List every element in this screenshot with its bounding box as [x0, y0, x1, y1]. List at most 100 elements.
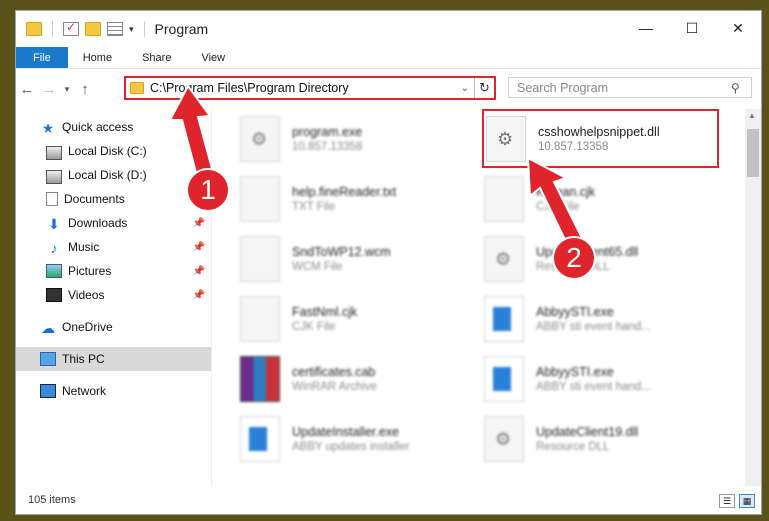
title-bar: ▾ Program — ☐ ✕	[16, 11, 761, 47]
pin-icon[interactable]: 📌	[193, 266, 205, 277]
file-item[interactable]: SndToWP12.wcm WCM File	[240, 231, 480, 287]
folder-icon	[130, 82, 144, 94]
search-input[interactable]	[517, 80, 731, 95]
file-name: AbbyySTI.exe	[536, 305, 614, 319]
sidebar-item-music[interactable]: ♪ Music 📌	[16, 235, 211, 259]
sidebar-item-this-pc[interactable]: This PC	[16, 347, 211, 371]
sidebar-item-local-disk-d[interactable]: Local Disk (D:)	[16, 163, 211, 187]
forward-button[interactable]: →	[38, 81, 60, 98]
pin-icon[interactable]: 📌	[193, 290, 205, 301]
pictures-icon	[46, 264, 62, 278]
file-item[interactable]: UpdateInstaller.exe ABBY updates installe…	[240, 411, 480, 467]
file-description: ABBY updates installer	[292, 441, 410, 453]
file-item[interactable]: AbbyySTI.exe ABBY sti event hand...	[484, 291, 724, 347]
sidebar-item-label: This PC	[62, 352, 105, 366]
file-name: UpdateClient19.dll	[536, 425, 639, 439]
new-folder-icon[interactable]	[85, 22, 101, 36]
file-name: SndToWP12.wcm	[292, 245, 391, 259]
properties-check-icon[interactable]	[63, 20, 79, 36]
drive-icon	[46, 169, 62, 184]
file-description: 10.857.13358	[292, 141, 363, 153]
dll-file-icon	[484, 416, 524, 462]
archive-file-icon	[240, 356, 280, 402]
quick-access-toolbar: ▾	[16, 20, 149, 37]
file-name: help.fineReader.txt	[292, 185, 397, 199]
navigation-pane: ★ Quick access Local Disk (C:) 📌 Local D…	[16, 109, 212, 486]
search-box[interactable]: ⚲	[508, 77, 752, 98]
tab-share[interactable]: Share	[127, 47, 186, 68]
file-name: program.exe	[292, 125, 363, 139]
cloud-icon: ☁	[41, 320, 55, 336]
up-button[interactable]: ↑	[74, 81, 96, 98]
search-icon[interactable]: ⚲	[731, 81, 751, 95]
dll-file-icon	[484, 236, 524, 282]
pin-icon[interactable]: 📌	[193, 218, 205, 229]
file-item[interactable]: FastNml.cjk CJK File	[240, 291, 480, 347]
target-file-highlight	[482, 109, 719, 168]
tiles-view-icon[interactable]: ▦	[739, 494, 755, 508]
sidebar-item-documents[interactable]: Documents	[16, 187, 211, 211]
file-item[interactable]: certificates.cab WinRAR Archive	[240, 351, 480, 407]
details-view-icon[interactable]: ☰	[719, 494, 735, 508]
music-icon: ♪	[50, 240, 58, 256]
pin-icon[interactable]: 📌	[193, 242, 205, 253]
file-icon	[240, 236, 280, 282]
refresh-button[interactable]: ↻	[474, 78, 494, 98]
file-item[interactable]: Korean.cjk CJK File	[484, 171, 724, 227]
step-1-badge: 1	[186, 168, 230, 212]
file-name: AbbyySTI.exe	[536, 365, 614, 379]
window-title: Program	[154, 21, 209, 37]
file-icon	[484, 176, 524, 222]
sidebar-item-label: Documents	[64, 192, 125, 206]
file-item[interactable]: program.exe 10.857.13358	[240, 111, 480, 167]
sidebar-item-pictures[interactable]: Pictures 📌	[16, 259, 211, 283]
file-name: certificates.cab	[292, 365, 376, 379]
explorer-window: ▾ Program — ☐ ✕ File Home Share View ← →…	[15, 10, 762, 515]
folder-icon	[26, 22, 42, 36]
close-button[interactable]: ✕	[715, 11, 761, 45]
tab-file[interactable]: File	[16, 47, 68, 68]
file-description: ABBY sti event hand...	[536, 321, 651, 333]
sidebar-item-label: Network	[62, 384, 107, 398]
sidebar-item-label: Local Disk (D:)	[68, 168, 147, 182]
file-name: UpdateInstaller.exe	[292, 425, 400, 439]
file-item[interactable]: UpdateClient65.dllResource DLL	[484, 231, 724, 287]
address-bar[interactable]: C:\Program Files\Program Directory ⌄ ↻	[124, 76, 496, 100]
vertical-scrollbar[interactable]: ▲	[745, 109, 761, 486]
ribbon-tabs: File Home Share View	[16, 47, 761, 69]
file-description: CJK File	[292, 321, 336, 333]
file-item[interactable]: UpdateClient19.dll Resource DLL	[484, 411, 724, 467]
sidebar-item-downloads[interactable]: ⬇ Downloads 📌	[16, 211, 211, 235]
address-path[interactable]: C:\Program Files\Program Directory	[150, 81, 456, 95]
sidebar-item-onedrive[interactable]: ☁ OneDrive	[16, 315, 211, 339]
step-2-badge: 2	[552, 236, 596, 280]
sidebar-item-label: Downloads	[68, 216, 128, 230]
customize-toolbar-dropdown-icon[interactable]: ▾	[129, 24, 134, 35]
properties-icon[interactable]	[107, 22, 123, 36]
star-icon: ★	[41, 120, 55, 136]
sidebar-item-network[interactable]: Network	[16, 379, 211, 403]
pin-icon[interactable]: 📌	[193, 146, 205, 157]
minimize-button[interactable]: —	[623, 11, 669, 45]
documents-icon	[46, 192, 58, 206]
chevron-down-icon[interactable]: ⌄	[456, 83, 474, 94]
recent-locations-chevron-icon[interactable]: ▾	[60, 84, 74, 95]
item-count: 105 items	[28, 494, 76, 506]
file-description: CJK File	[536, 201, 580, 213]
sidebar-item-label: Pictures	[68, 264, 112, 278]
sidebar-item-videos[interactable]: Videos 📌	[16, 283, 211, 307]
exe-file-icon	[484, 296, 524, 342]
maximize-button[interactable]: ☐	[669, 11, 715, 45]
back-button[interactable]: ←	[16, 81, 38, 98]
sidebar-item-local-disk-c[interactable]: Local Disk (C:) 📌	[16, 139, 211, 163]
sidebar-item-quick-access[interactable]: ★ Quick access	[16, 115, 211, 139]
scroll-up-icon[interactable]: ▲	[748, 111, 756, 120]
tab-home[interactable]: Home	[68, 47, 127, 68]
sidebar-item-label: Music	[68, 240, 100, 254]
file-item[interactable]: help.fineReader.txt TXT File	[240, 171, 480, 227]
file-name: FastNml.cjk	[292, 305, 358, 319]
scrollbar-thumb[interactable]	[747, 129, 759, 177]
tab-view[interactable]: View	[186, 47, 240, 68]
file-item[interactable]: AbbyySTI.exe ABBY sti event hand...	[484, 351, 724, 407]
drive-icon	[46, 145, 62, 160]
